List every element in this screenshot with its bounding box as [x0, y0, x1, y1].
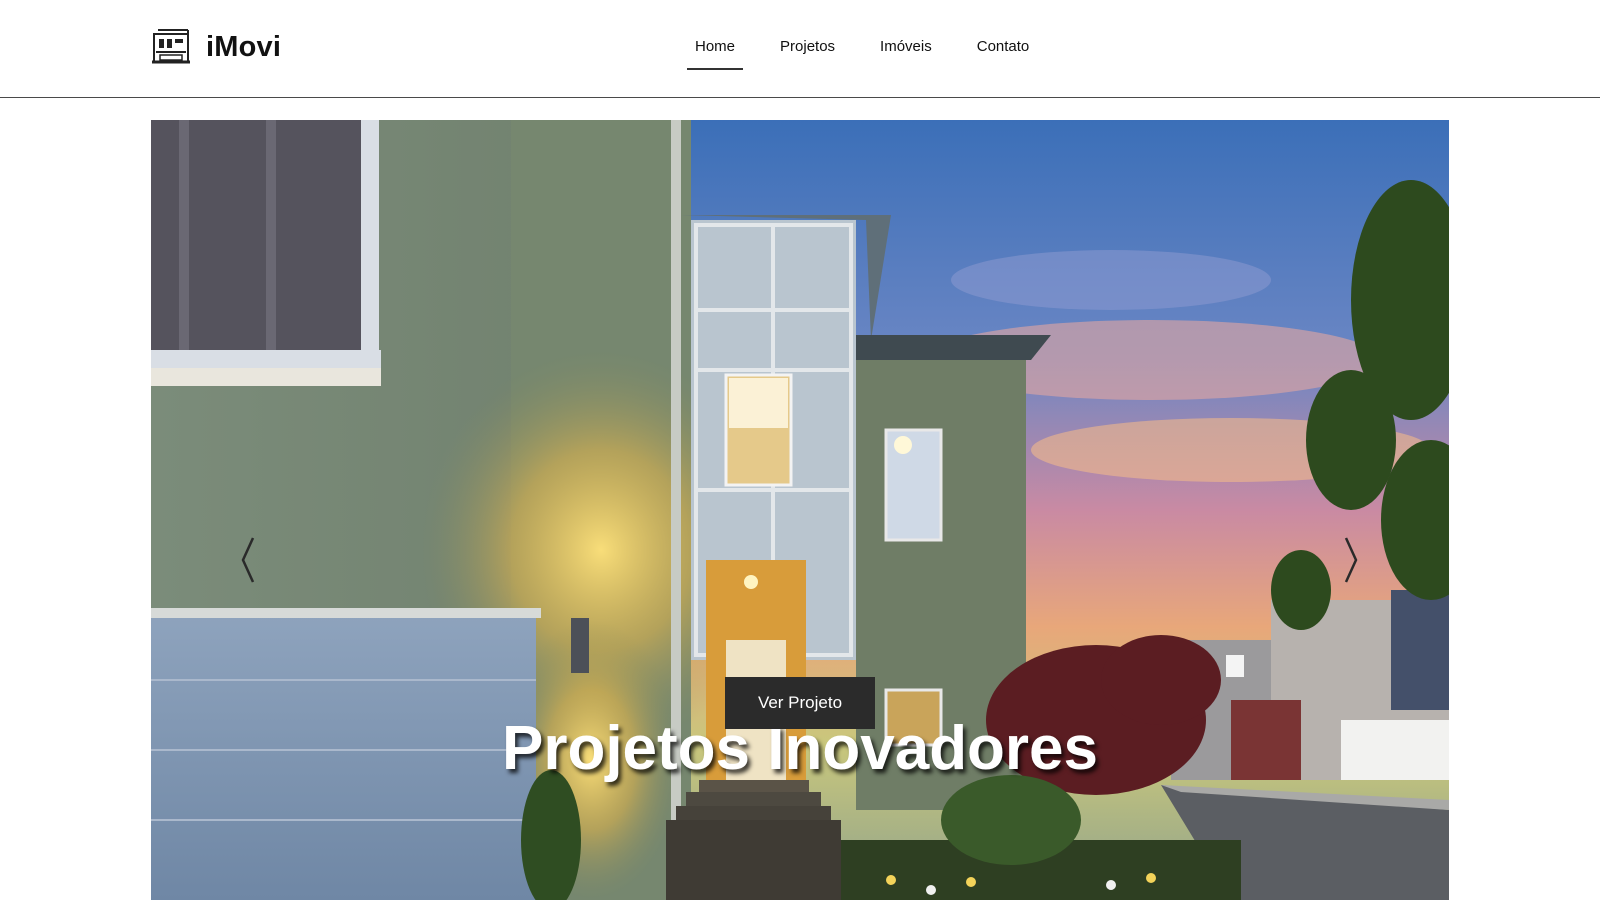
- main-nav: Home Projetos Imóveis Contato: [686, 28, 1074, 70]
- hero-carousel: Projetos Inovadores Ver Projeto: [151, 120, 1449, 900]
- carousel-prev-button[interactable]: [233, 530, 263, 590]
- brand-name: iMovi: [206, 30, 282, 63]
- nav-item-imoveis[interactable]: Imóveis: [880, 28, 932, 70]
- brand-logo-link[interactable]: iMovi: [150, 28, 281, 66]
- view-project-button[interactable]: Ver Projeto: [725, 677, 875, 729]
- nav-item-contato[interactable]: Contato: [977, 28, 1030, 70]
- carousel-next-button[interactable]: [1336, 530, 1366, 590]
- nav-item-home[interactable]: Home: [686, 28, 744, 70]
- building-icon: [152, 29, 190, 64]
- site-header: iMovi Home Projetos Imóveis Contato: [0, 0, 1600, 98]
- nav-item-projetos[interactable]: Projetos: [780, 28, 835, 70]
- chevron-right-icon: [1344, 537, 1358, 583]
- chevron-left-icon: [241, 537, 255, 583]
